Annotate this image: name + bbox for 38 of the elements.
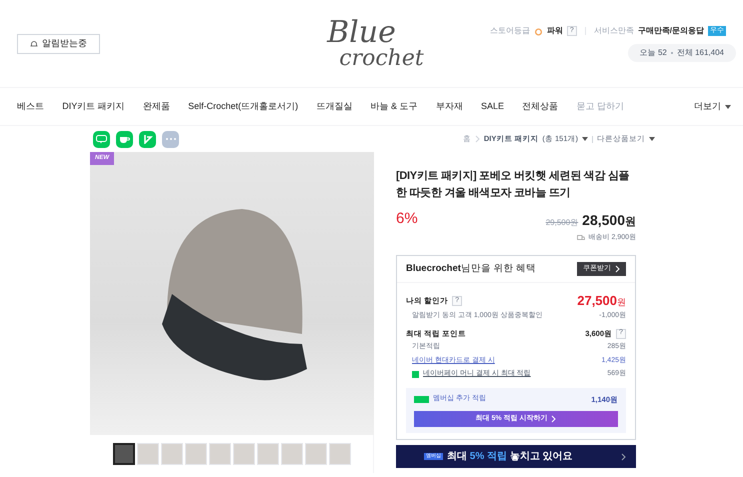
product-title: [DIY키트 패키지] 포베오 버킷햇 세련된 색감 심플한 따듯한 겨울 배색모자 코바늘 뜨기 <box>396 169 630 201</box>
benefit-title: Bluecrochet님만을 위한 혜택 <box>406 262 536 276</box>
more-icon[interactable] <box>162 130 179 148</box>
nav-link[interactable]: 부자재 <box>436 100 463 114</box>
sale-price: 28,500원 <box>582 210 636 230</box>
banner-text: 최대 5% 적립 놓치고 있어요 <box>447 450 574 464</box>
service-label: 서비스만족 <box>594 25 634 37</box>
original-price: 29,500원 <box>546 216 578 228</box>
chevron-right-icon <box>551 415 556 423</box>
visitor-count: 오늘 52 전체 161,404 <box>628 44 736 62</box>
nav-link[interactable]: DIY키트 패키지 <box>62 100 125 114</box>
cup-share-icon[interactable] <box>116 130 133 148</box>
truck-icon <box>576 234 585 241</box>
store-grade-label: 스토어등급 <box>490 25 530 37</box>
discount-rate: 6% <box>396 209 418 229</box>
bell-icon <box>30 40 38 48</box>
chevron-right-icon <box>621 452 626 460</box>
store-logo[interactable]: Blue crochet <box>267 18 476 70</box>
caret-icon <box>649 137 655 141</box>
caret-icon <box>725 104 731 108</box>
band-share-icon[interactable] <box>139 130 156 148</box>
my-price: 27,500원 <box>577 292 626 310</box>
nav-link[interactable]: 베스트 <box>17 100 44 114</box>
service-value: 구매만족/문의응답 <box>638 25 704 37</box>
thumbnail[interactable] <box>112 443 134 465</box>
nav-link[interactable]: 전체상품 <box>522 100 558 114</box>
nav-link[interactable]: 뜨개질실 <box>316 100 352 114</box>
chevron-right-icon <box>474 135 480 143</box>
blog-share-icon[interactable] <box>93 130 110 148</box>
nav-link[interactable]: 완제품 <box>142 100 170 114</box>
nav-link[interactable]: 바늘 & 도구 <box>370 100 418 114</box>
more-menu-button[interactable]: 더보기 <box>694 100 731 114</box>
chevron-right-icon <box>615 265 620 273</box>
caret-icon <box>582 137 588 141</box>
nav-link[interactable]: Self-Crochet(뜨개홀로서기) <box>188 100 298 114</box>
notification-button[interactable]: 알림받는중 <box>17 34 100 54</box>
store-grade: 파워 <box>546 25 563 37</box>
nav-link[interactable]: SALE <box>480 100 504 114</box>
